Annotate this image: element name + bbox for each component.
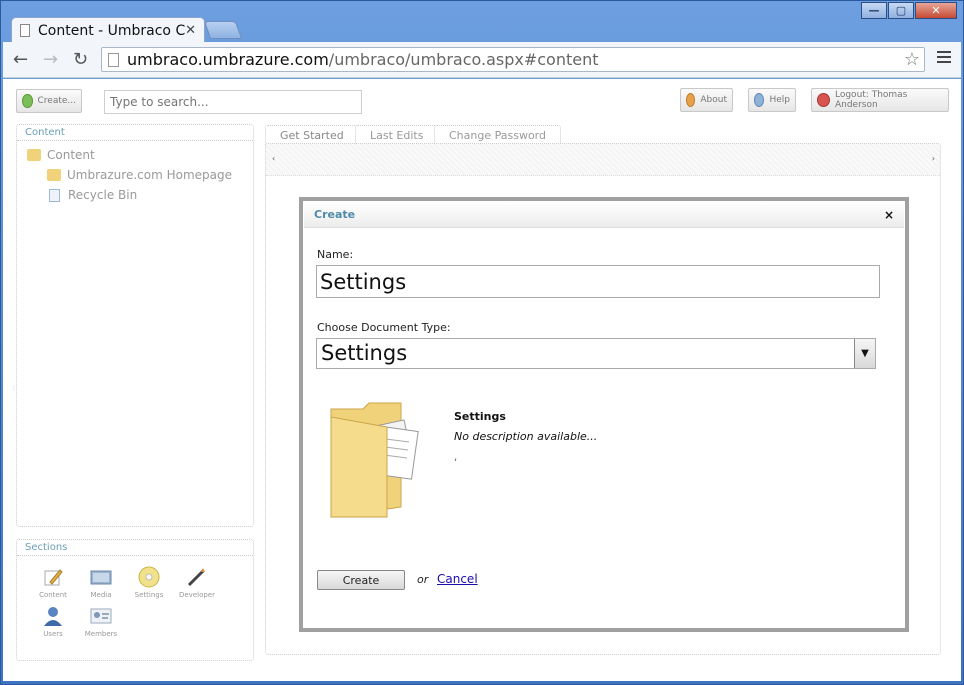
help-button[interactable]: Help xyxy=(748,88,796,112)
sections-panel: Sections Content Media Settings Develope… xyxy=(16,539,254,661)
logout-label: Logout: Thomas Anderson xyxy=(834,90,908,110)
tree-item-label: Umbrazure.com Homepage xyxy=(67,168,232,182)
about-label: About xyxy=(700,95,727,105)
section-media[interactable]: Media xyxy=(77,566,125,599)
minimize-button[interactable]: — xyxy=(861,2,887,19)
umbraco-page: Create... About Help Logout: Thomas Ande… xyxy=(3,79,961,681)
folder-icon xyxy=(27,149,41,161)
reload-icon[interactable]: ↻ xyxy=(73,49,88,70)
tab-change-password[interactable]: Change Password xyxy=(434,125,561,145)
address-bar[interactable]: umbraco.umbrazure.com/umbraco/umbraco.as… xyxy=(101,47,925,72)
bookmark-star-icon[interactable]: ☆ xyxy=(904,49,920,70)
divider-dot: , xyxy=(454,452,458,463)
tree-item-homepage[interactable]: Umbrazure.com Homepage xyxy=(27,165,243,185)
cancel-link[interactable]: Cancel xyxy=(437,572,478,586)
close-window-button[interactable]: ✕ xyxy=(915,2,957,19)
create-top-button[interactable]: Create... xyxy=(16,89,82,113)
create-top-label: Create... xyxy=(37,96,77,106)
media-icon xyxy=(90,570,112,585)
back-icon[interactable]: ← xyxy=(13,49,28,70)
sections-panel-title: Sections xyxy=(17,540,253,556)
section-label: Users xyxy=(43,630,63,638)
tab-title: Content - Umbraco C xyxy=(38,22,186,39)
dialog-header: Create × xyxy=(304,202,904,228)
page-icon xyxy=(20,24,30,37)
section-settings[interactable]: Settings xyxy=(125,566,173,599)
document-type-name: Settings xyxy=(454,410,506,423)
recycle-bin-icon xyxy=(49,188,60,202)
doctype-label: Choose Document Type: xyxy=(317,321,451,334)
content-panel-title: Content xyxy=(17,125,253,141)
new-tab-button[interactable] xyxy=(203,21,243,39)
panel-splitter[interactable]: ⋮ xyxy=(11,385,17,392)
section-label: Media xyxy=(90,591,112,599)
help-label: Help xyxy=(769,95,790,105)
section-users[interactable]: Users xyxy=(29,605,77,638)
scroll-left-icon[interactable]: ‹ xyxy=(272,154,275,163)
document-type-select[interactable]: Settings ▼ xyxy=(316,338,876,369)
url-path: /umbraco/umbraco.aspx#content xyxy=(328,50,599,69)
help-icon xyxy=(754,93,765,107)
browser-tab[interactable]: Content - Umbraco C ✕ xyxy=(11,17,205,43)
section-label: Developer xyxy=(178,591,215,599)
url-host: umbraco.umbrazure.com xyxy=(127,50,329,69)
tab-scroll-strip: ‹ › xyxy=(266,144,940,176)
developer-wand-icon xyxy=(187,568,205,587)
dialog-title: Create xyxy=(314,208,356,221)
tree-item-label: Content xyxy=(47,148,95,162)
menu-icon[interactable] xyxy=(937,51,951,66)
folder-documents-icon xyxy=(330,402,419,518)
create-button[interactable]: Create xyxy=(317,570,405,590)
section-developer[interactable]: Developer xyxy=(173,566,221,599)
pencil-icon xyxy=(44,569,63,586)
page-icon xyxy=(108,52,119,67)
content-tree-panel: Content Content Umbrazure.com Homepage R… xyxy=(16,124,254,527)
folder-icon xyxy=(47,169,61,181)
window-controls: — ▢ ✕ xyxy=(860,2,957,19)
browser-toolbar: ← → ↻ umbraco.umbrazure.com/umbraco/umbr… xyxy=(3,42,961,78)
or-text: or xyxy=(417,573,429,586)
tree-item-recycle-bin[interactable]: Recycle Bin xyxy=(27,185,243,205)
tab-get-started[interactable]: Get Started xyxy=(265,125,359,145)
settings-disc-icon xyxy=(138,566,160,588)
name-label: Name: xyxy=(317,248,354,261)
maximize-button[interactable]: ▢ xyxy=(888,2,914,19)
section-members[interactable]: Members xyxy=(77,605,125,638)
tree-item-content[interactable]: Content xyxy=(27,145,243,165)
section-label: Content xyxy=(39,591,67,599)
create-dialog: Create × Name: Choose Document Type: Set… xyxy=(299,197,909,632)
logout-button[interactable]: Logout: Thomas Anderson xyxy=(811,88,949,112)
search-input[interactable] xyxy=(104,90,362,114)
close-icon[interactable]: × xyxy=(884,208,894,222)
about-icon xyxy=(686,93,696,107)
user-icon xyxy=(44,607,62,626)
forward-icon[interactable]: → xyxy=(43,49,58,70)
name-input[interactable] xyxy=(316,265,880,298)
members-card-icon xyxy=(90,608,112,624)
about-button[interactable]: About xyxy=(680,88,733,112)
tab-last-edits[interactable]: Last Edits xyxy=(355,125,439,145)
browser-window: — ▢ ✕ Content - Umbraco C ✕ ← → ↻ umbrac… xyxy=(0,0,964,685)
document-type-value: Settings xyxy=(321,341,408,365)
section-label: Settings xyxy=(134,591,164,599)
tab-close-icon[interactable]: ✕ xyxy=(185,23,196,38)
section-content[interactable]: Content xyxy=(29,566,77,599)
tree-item-label: Recycle Bin xyxy=(68,188,138,202)
section-label: Members xyxy=(84,630,118,638)
create-icon xyxy=(22,94,33,108)
scroll-right-icon[interactable]: › xyxy=(932,154,935,163)
chevron-down-icon[interactable]: ▼ xyxy=(854,339,875,368)
document-type-description: No description available... xyxy=(454,430,598,443)
logout-icon xyxy=(817,93,830,107)
